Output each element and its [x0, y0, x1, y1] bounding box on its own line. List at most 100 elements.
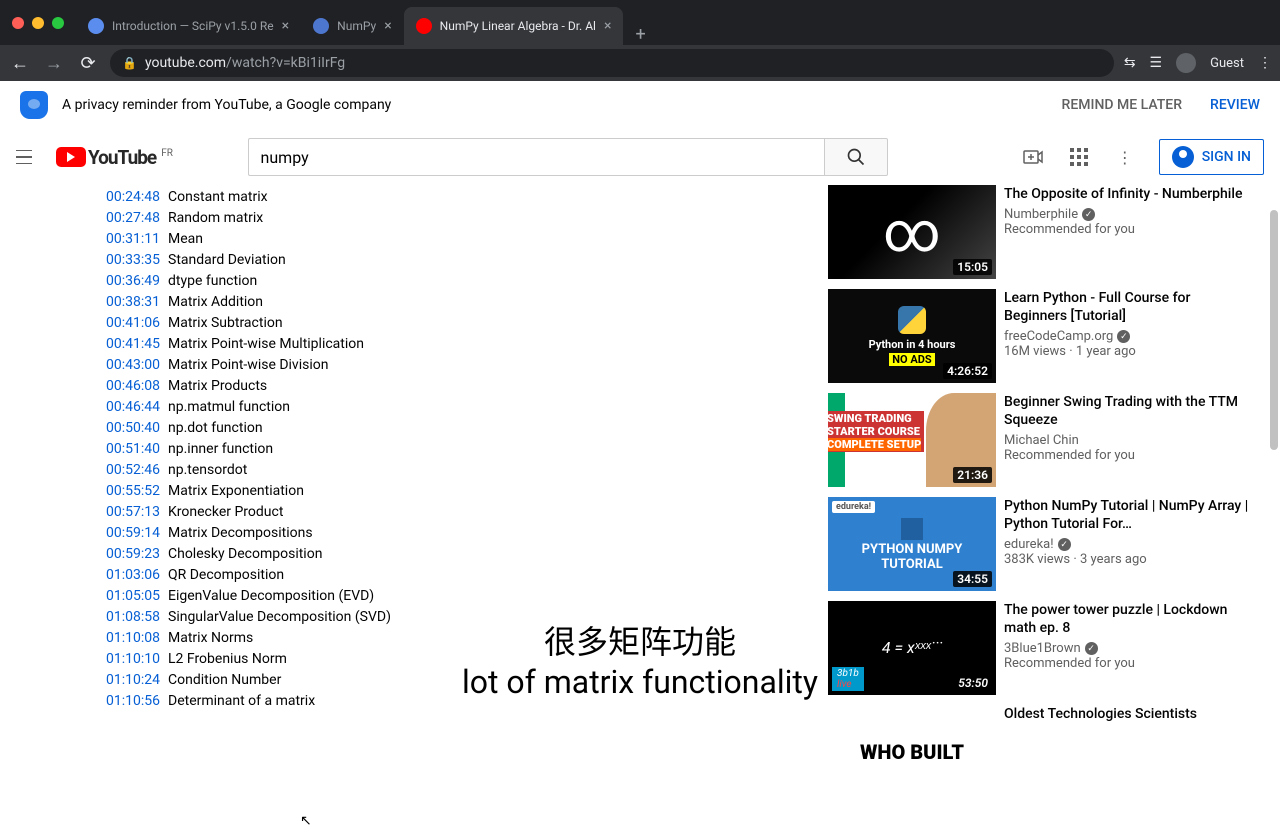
recommendation-item[interactable]: 4 = xˣˣˣ˙˙˙3b1blive53:50 The power tower… — [828, 601, 1254, 695]
chapter-row: 01:10:08 Matrix Norms — [106, 628, 804, 649]
recommendation-item[interactable]: Python in 4 hoursNO ADS4:26:52 Learn Pyt… — [828, 289, 1254, 383]
chapter-label: EigenValue Decomposition (EVD) — [168, 586, 374, 607]
chapter-timestamp[interactable]: 00:59:23 — [106, 544, 160, 565]
menu-icon[interactable] — [16, 145, 40, 169]
chapter-timestamp[interactable]: 00:38:31 — [106, 292, 160, 313]
window-maximize-button[interactable] — [52, 17, 64, 29]
chapter-row: 00:57:13Kronecker Product — [106, 502, 804, 523]
chapter-timestamp[interactable]: 01:10:56 — [106, 691, 160, 712]
close-icon[interactable]: × — [282, 18, 289, 34]
channel-name[interactable]: Numberphile — [1004, 207, 1254, 222]
chapter-timestamp[interactable]: 00:52:46 — [106, 460, 160, 481]
close-icon[interactable]: × — [604, 18, 611, 34]
video-stats: Recommended for you — [1004, 448, 1254, 463]
chapter-row: 01:08:58SingularValue Decomposition (SVD… — [106, 607, 804, 628]
chapter-timestamp[interactable]: 00:55:52 — [106, 481, 160, 502]
cursor-icon: ↖ — [300, 813, 312, 829]
scrollbar-thumb[interactable] — [1270, 210, 1278, 450]
chapter-label: Cholesky Decomposition — [168, 544, 322, 565]
apps-icon[interactable] — [1067, 145, 1091, 169]
search-input[interactable] — [248, 138, 824, 176]
translate-icon[interactable]: ⇆ — [1124, 55, 1136, 71]
back-button[interactable]: ← — [8, 53, 32, 74]
video-thumbnail[interactable]: SWING TRADINGSTARTER COURSECOMPLETE SETU… — [828, 393, 996, 487]
avatar-icon — [1172, 146, 1194, 168]
remind-later-button[interactable]: REMIND ME LATER — [1062, 97, 1182, 113]
play-icon — [56, 147, 86, 167]
chapter-timestamp[interactable]: 01:03:06 — [106, 565, 160, 586]
chapter-timestamp[interactable]: 00:43:00 — [106, 355, 160, 376]
video-thumbnail[interactable]: 4 = xˣˣˣ˙˙˙3b1blive53:50 — [828, 601, 996, 695]
chapter-timestamp[interactable]: 01:10:24 — [106, 670, 160, 691]
chapter-label: Matrix Norms — [168, 628, 253, 649]
review-button[interactable]: REVIEW — [1210, 97, 1260, 113]
chapter-timestamp[interactable]: 00:46:08 — [106, 376, 160, 397]
youtube-logo[interactable]: YouTube FR — [56, 146, 173, 169]
chapter-timestamp[interactable]: 00:57:13 — [106, 502, 160, 523]
chapter-row: 00:31:11Mean — [106, 229, 804, 250]
video-thumbnail[interactable]: WHO BUILT — [828, 705, 996, 799]
chapter-label: dtype function — [168, 271, 257, 292]
recommendation-item[interactable]: SWING TRADINGSTARTER COURSECOMPLETE SETU… — [828, 393, 1254, 487]
recommendation-item[interactable]: WHO BUILT Oldest Technologies Scientists — [828, 705, 1254, 799]
window-minimize-button[interactable] — [32, 17, 44, 29]
browser-tab-scipy[interactable]: Introduction — SciPy v1.5.0 Re × — [76, 7, 301, 45]
verified-icon — [1117, 330, 1130, 343]
chapter-timestamp[interactable]: 00:36:49 — [106, 271, 160, 292]
chapter-timestamp[interactable]: 00:33:35 — [106, 250, 160, 271]
address-bar[interactable]: 🔒 youtube.com/watch?v=kBi1iIrFg — [110, 49, 1114, 77]
video-duration: 21:36 — [953, 467, 992, 483]
chapter-timestamp[interactable]: 01:08:58 — [106, 607, 160, 628]
chapter-row: 00:59:14Matrix Decompositions — [106, 523, 804, 544]
forward-button[interactable]: → — [42, 53, 66, 74]
settings-icon[interactable]: ⋮ — [1113, 145, 1137, 169]
window-close-button[interactable] — [12, 17, 24, 29]
chapter-row: 00:51:40np.inner function — [106, 439, 804, 460]
chapter-timestamp[interactable]: 00:59:14 — [106, 523, 160, 544]
video-stats: Recommended for you — [1004, 656, 1254, 671]
recommendation-item[interactable]: ∞15:05 The Opposite of Infinity - Number… — [828, 185, 1254, 279]
chapter-label: Matrix Addition — [168, 292, 263, 313]
channel-name[interactable]: 3Blue1Brown — [1004, 641, 1254, 656]
chapter-timestamp[interactable]: 01:10:08 — [106, 628, 160, 649]
chapter-timestamp[interactable]: 00:51:40 — [106, 439, 160, 460]
chapter-row: 00:33:35Standard Deviation — [106, 250, 804, 271]
chapter-row: 00:41:06 Matrix Subtraction — [106, 313, 804, 334]
chapter-label: Matrix Subtraction — [168, 313, 283, 334]
tab-title: NumPy — [337, 19, 376, 33]
video-meta: The power tower puzzle | Lockdown math e… — [1004, 601, 1254, 695]
create-icon[interactable] — [1021, 145, 1045, 169]
close-icon[interactable]: × — [384, 18, 391, 34]
chapter-timestamp[interactable]: 01:10:10 — [106, 649, 160, 670]
search-button[interactable] — [824, 138, 888, 176]
reading-list-icon[interactable]: ☰ — [1150, 55, 1163, 71]
channel-name[interactable]: Michael Chin — [1004, 433, 1254, 448]
chapter-timestamp[interactable]: 00:50:40 — [106, 418, 160, 439]
channel-name[interactable]: freeCodeCamp.org — [1004, 329, 1254, 344]
channel-name[interactable]: edureka! — [1004, 537, 1254, 552]
video-thumbnail[interactable]: edureka!PYTHON NUMPYTUTORIAL34:55 — [828, 497, 996, 591]
chapter-timestamp[interactable]: 00:41:45 — [106, 334, 160, 355]
video-thumbnail[interactable]: Python in 4 hoursNO ADS4:26:52 — [828, 289, 996, 383]
new-tab-button[interactable]: + — [623, 24, 657, 45]
region-code: FR — [161, 148, 173, 159]
chapter-timestamp[interactable]: 00:31:11 — [106, 229, 160, 250]
signin-button[interactable]: SIGN IN — [1159, 139, 1264, 175]
chapter-timestamp[interactable]: 00:46:44 — [106, 397, 160, 418]
menu-icon[interactable]: ⋮ — [1258, 55, 1272, 71]
chapter-label: np.dot function — [168, 418, 263, 439]
profile-avatar-icon[interactable] — [1176, 53, 1196, 73]
recommendation-item[interactable]: edureka!PYTHON NUMPYTUTORIAL34:55 Python… — [828, 497, 1254, 591]
chapter-row: 00:52:46np.tensordot — [106, 460, 804, 481]
chapter-timestamp[interactable]: 01:05:05 — [106, 586, 160, 607]
video-title: The power tower puzzle | Lockdown math e… — [1004, 601, 1254, 637]
chapter-timestamp[interactable]: 00:24:48 — [106, 187, 160, 208]
browser-tab-numpy[interactable]: NumPy × — [301, 7, 404, 45]
browser-tab-youtube[interactable]: NumPy Linear Algebra - Dr. Al × — [404, 7, 624, 45]
video-duration: 53:50 — [954, 675, 992, 691]
chapter-timestamp[interactable]: 00:41:06 — [106, 313, 160, 334]
chapter-timestamp[interactable]: 00:27:48 — [106, 208, 160, 229]
reload-button[interactable]: ⟳ — [76, 53, 100, 74]
profile-label: Guest — [1210, 56, 1244, 71]
video-thumbnail[interactable]: ∞15:05 — [828, 185, 996, 279]
